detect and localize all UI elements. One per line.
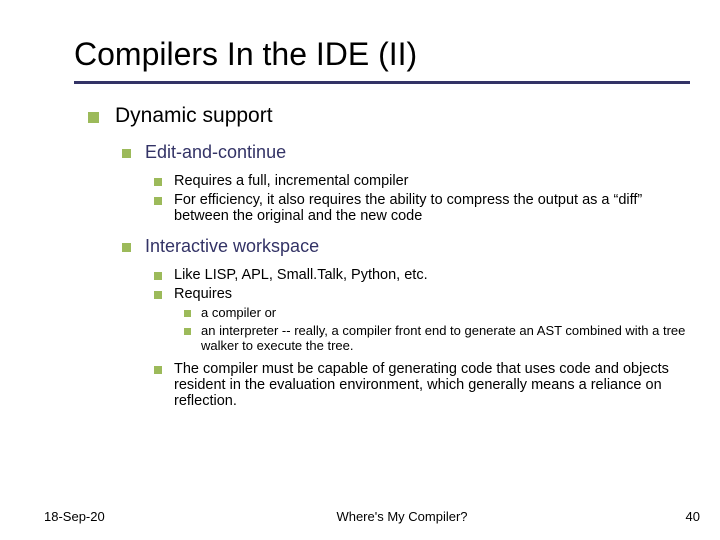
bullet-level2: Edit-and-continue <box>122 142 692 163</box>
title-underline <box>74 81 690 84</box>
slide-content: Dynamic support Edit-and-continue Requir… <box>0 104 720 409</box>
square-bullet-icon <box>154 197 162 205</box>
square-bullet-icon <box>122 149 131 158</box>
level3-text: Requires <box>174 286 232 302</box>
level2-text: Edit-and-continue <box>145 142 286 163</box>
footer-title: Where's My Compiler? <box>144 509 660 524</box>
footer-page: 40 <box>660 509 700 524</box>
bullet-level3: For efficiency, it also requires the abi… <box>154 192 692 224</box>
bullet-level2: Interactive workspace <box>122 236 692 257</box>
level2-text: Interactive workspace <box>145 236 319 257</box>
square-bullet-icon <box>184 310 191 317</box>
square-bullet-icon <box>154 178 162 186</box>
square-bullet-icon <box>122 243 131 252</box>
bullet-level3: Requires <box>154 286 692 302</box>
slide-title: Compilers In the IDE (II) <box>0 36 720 81</box>
square-bullet-icon <box>154 366 162 374</box>
square-bullet-icon <box>184 328 191 335</box>
bullet-level4: a compiler or <box>184 305 692 320</box>
level4-text: a compiler or <box>201 305 276 320</box>
slide: Compilers In the IDE (II) Dynamic suppor… <box>0 0 720 540</box>
square-bullet-icon <box>154 272 162 280</box>
bullet-level3: The compiler must be capable of generati… <box>154 361 692 409</box>
square-bullet-icon <box>154 291 162 299</box>
bullet-level3: Like LISP, APL, Small.Talk, Python, etc. <box>154 267 692 283</box>
slide-footer: 18-Sep-20 Where's My Compiler? 40 <box>0 509 720 524</box>
level3-text: For efficiency, it also requires the abi… <box>174 192 692 224</box>
level1-text: Dynamic support <box>115 104 273 128</box>
bullet-level1: Dynamic support <box>88 104 692 128</box>
level3-text: Like LISP, APL, Small.Talk, Python, etc. <box>174 267 428 283</box>
level3-text: Requires a full, incremental compiler <box>174 173 409 189</box>
square-bullet-icon <box>88 112 99 123</box>
bullet-level3: Requires a full, incremental compiler <box>154 173 692 189</box>
level3-text: The compiler must be capable of generati… <box>174 361 692 409</box>
footer-date: 18-Sep-20 <box>44 509 144 524</box>
level4-text: an interpreter -- really, a compiler fro… <box>201 323 692 353</box>
bullet-level4: an interpreter -- really, a compiler fro… <box>184 323 692 353</box>
